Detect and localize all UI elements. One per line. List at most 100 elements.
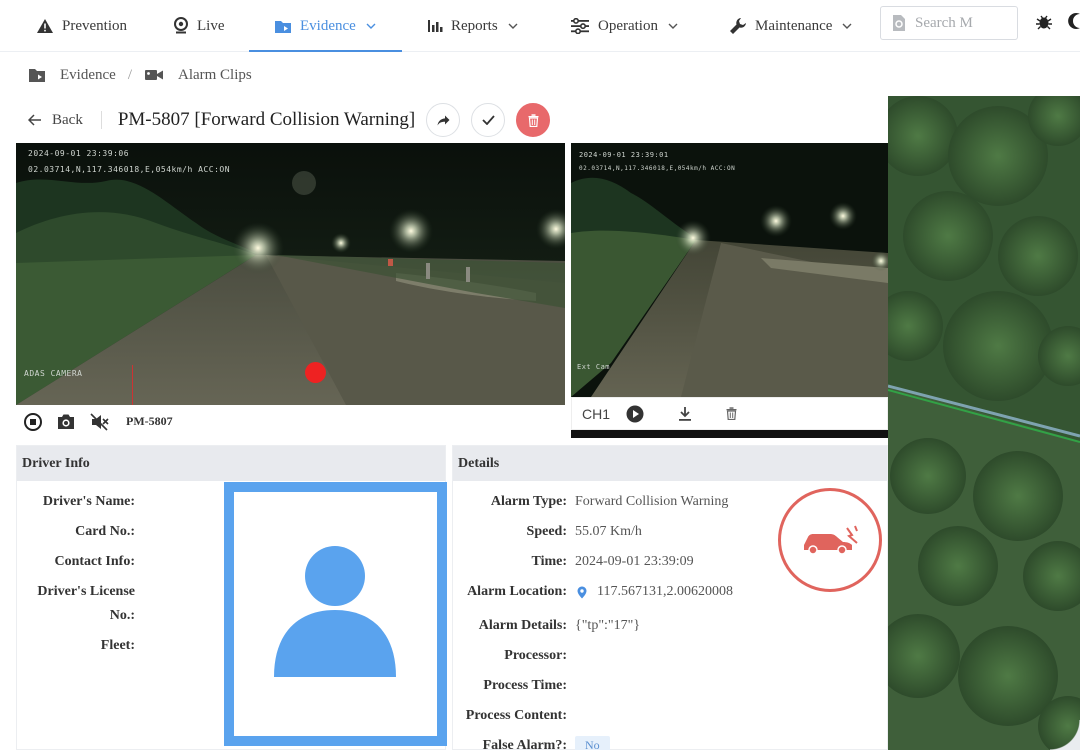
trash-icon xyxy=(726,407,737,420)
video-camera-icon xyxy=(144,70,163,80)
alarm-type-label: Alarm Type: xyxy=(490,494,567,509)
chevron-down-icon xyxy=(366,23,376,29)
share-button[interactable] xyxy=(426,103,461,137)
nav-label: Reports xyxy=(451,17,498,34)
nav-maintenance[interactable]: Maintenance xyxy=(729,0,852,52)
time-value: 2024-09-01 23:39:09 xyxy=(575,554,694,569)
satellite-terrain xyxy=(888,96,1080,750)
nav-operation[interactable]: Operation xyxy=(570,0,678,52)
license-label-line2: No.: xyxy=(109,608,135,623)
osd-camera-label: ADAS CAMERA xyxy=(24,369,83,378)
warning-icon xyxy=(37,19,53,33)
bar-chart-icon xyxy=(428,20,443,32)
mute-button[interactable] xyxy=(90,412,110,431)
osd-camera-label: Ext Cam xyxy=(577,363,611,371)
chevron-down-icon xyxy=(842,23,852,29)
processor-label: Processor: xyxy=(504,648,567,663)
title-row: Back PM-5807 [Forward Collision Warning] xyxy=(16,98,888,142)
camera-icon xyxy=(58,414,74,429)
window-corner xyxy=(1050,720,1080,750)
stop-button[interactable] xyxy=(24,412,42,431)
process-content-label: Process Content: xyxy=(465,708,567,723)
video-side[interactable]: 2024-09-01 23:39:01 02.03714,N,117.34601… xyxy=(571,143,888,397)
video-side-controls: CH1 xyxy=(571,397,888,430)
nav-evidence[interactable]: Evidence xyxy=(249,0,402,52)
vehicle-plate: PM-5807 xyxy=(126,414,173,428)
search-doc-icon xyxy=(893,15,905,31)
delete-clip-button[interactable] xyxy=(726,407,737,420)
night-road-scene xyxy=(571,143,888,397)
back-label: Back xyxy=(52,111,83,128)
osd-timestamp: 2024-09-01 23:39:01 xyxy=(579,151,669,159)
title-divider xyxy=(100,111,102,129)
user-avatar-icon xyxy=(274,546,396,677)
stop-icon xyxy=(24,412,42,431)
location-label: Alarm Location: xyxy=(467,584,567,599)
folder-video-icon xyxy=(29,69,45,82)
driver-photo xyxy=(224,482,447,746)
nav-live[interactable]: Live xyxy=(173,0,225,52)
confirm-button[interactable] xyxy=(471,103,506,137)
play-circle-icon xyxy=(626,405,644,422)
video-main-controls: PM-5807 xyxy=(16,405,565,438)
false-alarm-label: False Alarm?: xyxy=(482,738,567,750)
card-no-label: Card No.: xyxy=(75,524,135,539)
nav-label: Prevention xyxy=(62,17,127,34)
alarm-details-label: Alarm Details: xyxy=(478,618,567,633)
location-coords: 117.567131,2.00620008 xyxy=(597,584,733,599)
time-label: Time: xyxy=(531,554,567,569)
share-icon xyxy=(437,115,450,125)
osd-gps: 02.03714,N,117.346018,E,054km/h ACC:ON xyxy=(28,165,231,174)
nav-label: Maintenance xyxy=(755,17,833,34)
fleet-label: Fleet: xyxy=(100,638,135,653)
webcam-icon xyxy=(174,17,188,34)
forward-collision-icon xyxy=(804,525,858,555)
snapshot-button[interactable] xyxy=(56,413,76,431)
folder-video-icon xyxy=(275,21,291,33)
search-input[interactable]: Search M xyxy=(880,6,1018,40)
map-pin-icon xyxy=(577,586,587,598)
mute-icon xyxy=(90,412,109,431)
process-time-label: Process Time: xyxy=(483,678,567,693)
side-progress-bar[interactable] xyxy=(571,430,888,438)
arrow-left-icon xyxy=(28,114,41,126)
contact-info-label: Contact Info: xyxy=(54,554,136,569)
play-button[interactable] xyxy=(626,405,644,423)
alarm-details-value: {"tp":"17"} xyxy=(575,618,641,633)
satellite-map[interactable] xyxy=(888,96,1080,750)
chevron-down-icon xyxy=(508,23,518,29)
channel-label: CH1 xyxy=(582,405,611,422)
license-label-line1: Driver's License xyxy=(37,584,135,599)
night-road-scene xyxy=(16,143,565,405)
breadcrumb: Evidence / Alarm Clips xyxy=(16,56,888,94)
location-value[interactable]: 117.567131,2.00620008 xyxy=(577,584,733,600)
delete-button[interactable] xyxy=(516,103,551,137)
speed-value: 55.07 Km/h xyxy=(575,524,642,539)
page-title: PM-5807 [Forward Collision Warning] xyxy=(117,109,416,130)
back-button[interactable]: Back xyxy=(28,112,83,129)
video-main[interactable]: 2024-09-01 23:39:06 02.03714,N,117.34601… xyxy=(16,143,565,405)
details-panel: Details Alarm Type: Forward Collision Wa… xyxy=(452,445,888,750)
chevron-down-icon xyxy=(668,23,678,29)
nav-reports[interactable]: Reports xyxy=(427,0,518,52)
osd-gps: 02.03714,N,117.346018,E,054km/h ACC:ON xyxy=(579,165,736,172)
trash-icon xyxy=(528,113,539,127)
breadcrumb-root[interactable]: Evidence xyxy=(60,67,116,84)
bug-icon[interactable] xyxy=(1035,13,1053,31)
nav-label: Live xyxy=(197,17,225,34)
download-button[interactable] xyxy=(678,406,692,422)
nav-prevention[interactable]: Prevention xyxy=(36,0,127,52)
driver-info-title: Driver Info xyxy=(17,446,445,481)
sliders-icon xyxy=(571,18,589,34)
top-nav: Prevention Live Evidence Reports Operati… xyxy=(0,0,1080,52)
driver-info-panel: Driver Info Driver's Name: Card No.: Con… xyxy=(16,445,447,750)
alarm-type-badge xyxy=(778,488,882,592)
recording-indicator xyxy=(305,362,326,383)
nav-label: Operation xyxy=(598,17,658,34)
download-icon xyxy=(679,406,692,421)
search-placeholder: Search M xyxy=(915,14,973,31)
alarm-type-value: Forward Collision Warning xyxy=(575,494,729,509)
theme-icon[interactable] xyxy=(1066,12,1080,30)
nav-label: Evidence xyxy=(300,17,356,34)
osd-timestamp: 2024-09-01 23:39:06 xyxy=(28,149,130,158)
